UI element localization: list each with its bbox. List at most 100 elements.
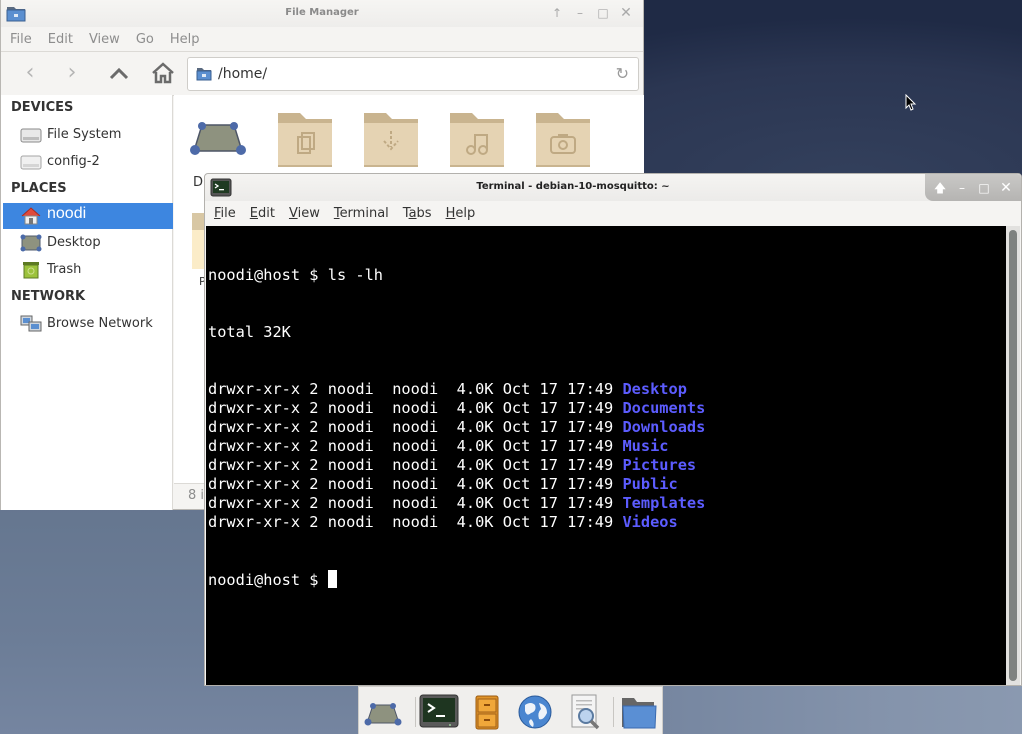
menu-edit[interactable]: Edit [48, 32, 73, 47]
sidebar-heading-network: NETWORK [11, 289, 86, 304]
listing-row-name: Pictures [622, 456, 697, 474]
terminal-window: Terminal - debian-10-mosquitto: ~ 🡅 – □ … [204, 173, 1022, 686]
minimize-button[interactable]: – [573, 6, 587, 20]
menu-help[interactable]: Help [170, 32, 200, 47]
command-line: noodi@host $ ls -lh [208, 266, 383, 284]
globe-icon[interactable] [515, 693, 555, 731]
listing-row-meta: drwxr-xr-x 2 noodi noodi 4.0K Oct 17 17:… [208, 418, 623, 436]
listing-row: drwxr-xr-x 2 noodi noodi 4.0K Oct 17 17:… [208, 456, 1006, 475]
listing-row-meta: drwxr-xr-x 2 noodi noodi 4.0K Oct 17 17:… [208, 437, 623, 455]
search-document-icon[interactable] [565, 693, 605, 731]
sidebar-item-noodi[interactable]: noodi [3, 203, 173, 229]
sidebar: DEVICES File System config-2 PLACES nood… [1, 95, 173, 510]
terminal-titlebar[interactable]: Terminal - debian-10-mosquitto: ~ 🡅 – □ … [205, 174, 1021, 201]
network-icon [20, 315, 42, 332]
menu-edit[interactable]: Edit [250, 206, 275, 221]
sidebar-item-label: config-2 [47, 154, 100, 169]
desktop-icon [20, 234, 42, 252]
maximize-button[interactable]: □ [596, 6, 610, 20]
minimize-button[interactable]: – [955, 181, 969, 195]
maximize-button[interactable]: □ [977, 181, 991, 195]
listing-row-name: Videos [622, 513, 678, 531]
listing-row-meta: drwxr-xr-x 2 noodi noodi 4.0K Oct 17 17:… [208, 399, 623, 417]
forward-button[interactable]: › [59, 62, 85, 86]
menu-file[interactable]: File [214, 206, 236, 221]
sidebar-item-trash[interactable]: Trash [3, 257, 173, 283]
terminal-title: Terminal - debian-10-mosquitto: ~ [476, 181, 670, 192]
menu-go[interactable]: Go [136, 32, 154, 47]
folder-icon[interactable] [619, 693, 659, 731]
sidebar-item-config-2[interactable]: config-2 [3, 149, 173, 175]
sidebar-item-file-system[interactable]: File System [3, 122, 173, 148]
close-button[interactable]: ✕ [619, 6, 633, 20]
terminal-scrollbar[interactable] [1006, 226, 1020, 685]
file-manager-title: File Manager [285, 7, 359, 18]
menu-view[interactable]: View [89, 32, 120, 47]
listing-row: drwxr-xr-x 2 noodi noodi 4.0K Oct 17 17:… [208, 513, 1006, 532]
trash-icon [23, 262, 39, 279]
dock [358, 686, 663, 734]
prompt-line: noodi@host $ [208, 570, 1006, 589]
terminal-menubar: File Edit View Terminal Tabs Help [205, 201, 1021, 225]
downloads-folder-icon[interactable] [362, 109, 420, 167]
menu-help[interactable]: Help [446, 206, 476, 221]
sidebar-item-label: Trash [47, 262, 82, 277]
sidebar-item-label: noodi [47, 205, 87, 222]
desktop-label: D [193, 175, 204, 190]
keep-above-button[interactable]: ↑ [550, 6, 564, 20]
listing-row-meta: drwxr-xr-x 2 noodi noodi 4.0K Oct 17 17:… [208, 380, 623, 398]
back-button[interactable]: ‹ [17, 62, 43, 86]
location-bar[interactable]: /home/ ↻ [187, 57, 639, 91]
sidebar-item-browse-network[interactable]: Browse Network [3, 311, 173, 337]
status-text: 8 i [188, 488, 205, 503]
file-manager-menubar: File Edit View Go Help [1, 27, 643, 52]
listing-row: drwxr-xr-x 2 noodi noodi 4.0K Oct 17 17:… [208, 380, 1006, 399]
listing-row-name: Templates [622, 494, 706, 512]
listing-row: drwxr-xr-x 2 noodi noodi 4.0K Oct 17 17:… [208, 418, 1006, 437]
terminal-output[interactable]: noodi@host $ ls -lh total 32K drwxr-xr-x… [206, 226, 1006, 685]
pictures-folder-icon[interactable] [534, 109, 592, 167]
home-icon [21, 207, 41, 225]
listing-row-meta: drwxr-xr-x 2 noodi noodi 4.0K Oct 17 17:… [208, 456, 623, 474]
music-folder-icon[interactable] [448, 109, 506, 167]
dock-separator [415, 697, 416, 727]
location-path: /home/ [218, 66, 268, 82]
wallpaper [640, 0, 1022, 180]
cabinet-icon[interactable] [467, 693, 507, 731]
listing-row: drwxr-xr-x 2 noodi noodi 4.0K Oct 17 17:… [208, 437, 1006, 456]
desktop-icon[interactable] [188, 109, 246, 167]
listing-row-meta: drwxr-xr-x 2 noodi noodi 4.0K Oct 17 17:… [208, 494, 623, 512]
listing-row: drwxr-xr-x 2 noodi noodi 4.0K Oct 17 17:… [208, 399, 1006, 418]
listing-row-meta: drwxr-xr-x 2 noodi noodi 4.0K Oct 17 17:… [208, 513, 623, 531]
show-desktop-icon[interactable] [363, 693, 403, 731]
menu-file[interactable]: File [10, 32, 32, 47]
mouse-pointer-icon [905, 94, 917, 111]
drive-icon [20, 128, 42, 143]
reload-icon[interactable]: ↻ [616, 64, 629, 83]
terminal-icon[interactable] [419, 693, 459, 731]
total-line: total 32K [208, 323, 291, 341]
scrollbar-thumb[interactable] [1009, 230, 1017, 681]
parent-folder-button[interactable] [106, 64, 132, 88]
drive-icon [20, 155, 42, 170]
home-icon [152, 62, 174, 84]
close-button[interactable]: ✕ [999, 181, 1013, 195]
listing-row-name: Public [622, 475, 678, 493]
listing-row-name: Desktop [622, 380, 687, 398]
listing-row-name: Downloads [622, 418, 706, 436]
sidebar-item-label: File System [47, 127, 122, 142]
menu-terminal[interactable]: Terminal [334, 206, 389, 221]
home-button[interactable] [150, 62, 176, 86]
sidebar-item-desktop[interactable]: Desktop [3, 230, 173, 256]
text-cursor [327, 570, 337, 588]
listing-row: drwxr-xr-x 2 noodi noodi 4.0K Oct 17 17:… [208, 494, 1006, 513]
file-manager-titlebar[interactable]: File Manager ↑ – □ ✕ [1, 0, 643, 27]
menu-view[interactable]: View [289, 206, 320, 221]
menu-tabs[interactable]: Tabs [403, 206, 432, 221]
folder-icon [196, 68, 212, 81]
documents-folder-icon[interactable] [276, 109, 334, 167]
dock-separator [613, 697, 614, 727]
listing-row-name: Documents [622, 399, 706, 417]
keep-above-button[interactable]: 🡅 [933, 181, 947, 195]
chevron-up-icon [109, 67, 129, 80]
